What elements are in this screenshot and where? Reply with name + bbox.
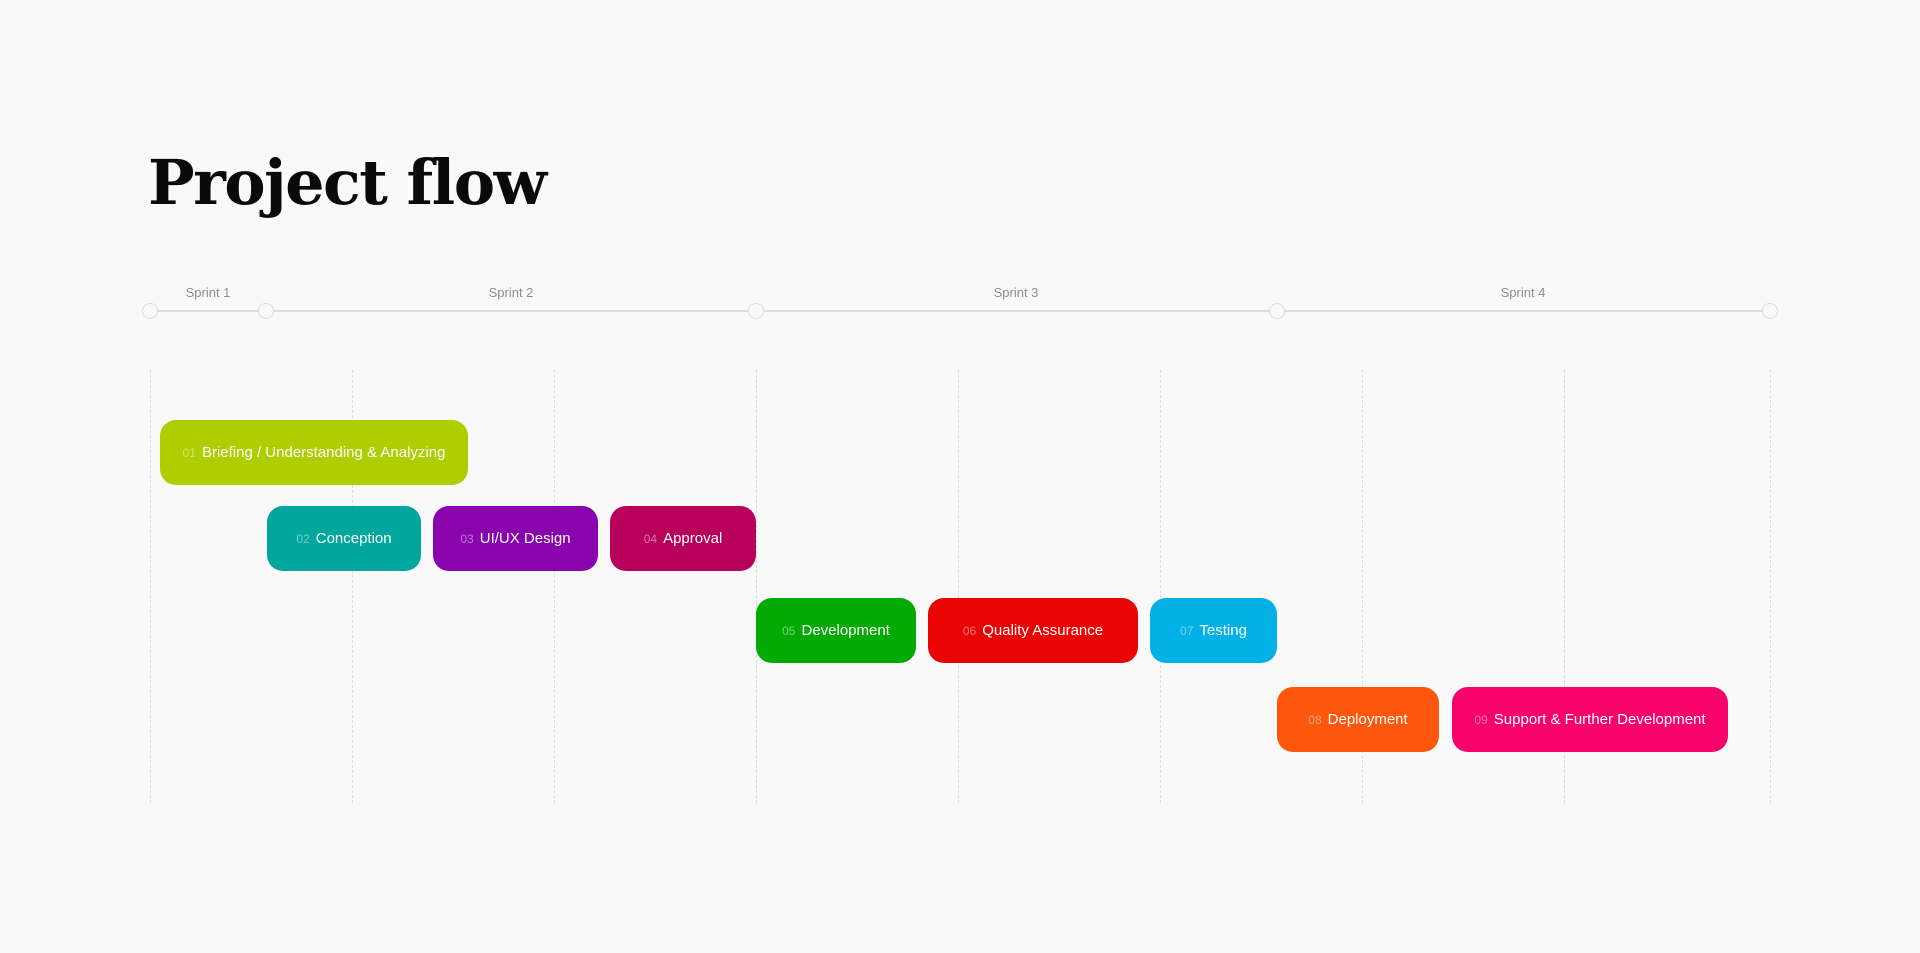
- timeline-node: [1269, 303, 1285, 319]
- phase-number: 06: [962, 623, 977, 638]
- grid-line: [756, 370, 757, 803]
- phase-bar-support[interactable]: 09 Support & Further Development: [1452, 687, 1728, 752]
- grid-line: [1770, 370, 1771, 803]
- grid-line: [554, 370, 555, 803]
- sprint-label-4: Sprint 4: [1500, 285, 1546, 300]
- timeline-node: [258, 303, 274, 319]
- timeline-node: [142, 303, 158, 319]
- phase-label: Development: [801, 622, 890, 639]
- phase-label: Quality Assurance: [982, 622, 1104, 639]
- phase-number: 05: [782, 623, 796, 638]
- sprint-label-2: Sprint 2: [488, 285, 534, 300]
- phase-label: Testing: [1199, 622, 1247, 639]
- phase-number: 07: [1180, 623, 1194, 638]
- sprint-label-3: Sprint 3: [993, 285, 1039, 300]
- phase-number: 01: [182, 445, 196, 460]
- phase-label: Briefing / Understanding & Analyzing: [201, 444, 446, 461]
- phase-number: 09: [1474, 712, 1488, 727]
- phase-label: UI/UX Design: [479, 530, 571, 547]
- phase-number: 03: [460, 531, 474, 546]
- phase-label: Support & Further Development: [1493, 711, 1706, 728]
- timeline-node: [1762, 303, 1778, 319]
- timeline-node: [748, 303, 764, 319]
- phase-number: 04: [643, 531, 658, 546]
- phase-bar-quality-assurance[interactable]: 06 Quality Assurance: [928, 598, 1138, 663]
- grid-line: [150, 370, 151, 803]
- phase-bar-briefing[interactable]: 01 Briefing / Understanding & Analyzing: [160, 420, 468, 485]
- sprint-label-1: Sprint 1: [185, 285, 231, 300]
- timeline-axis-line: [150, 310, 1770, 312]
- phase-number: 08: [1308, 712, 1322, 727]
- grid-line: [1160, 370, 1161, 803]
- phase-label: Conception: [315, 530, 392, 547]
- phase-bar-deployment[interactable]: 08 Deployment: [1277, 687, 1439, 752]
- project-timeline: Sprint 1 Sprint 2 Sprint 3 Sprint 4 01 B…: [0, 0, 1920, 953]
- phase-bar-development[interactable]: 05 Development: [756, 598, 916, 663]
- phase-bar-testing[interactable]: 07 Testing: [1150, 598, 1277, 663]
- phase-bar-approval[interactable]: 04 Approval: [610, 506, 756, 571]
- phase-bar-ui-ux-design[interactable]: 03 UI/UX Design: [433, 506, 598, 571]
- grid-line: [958, 370, 959, 803]
- phase-label: Approval: [663, 530, 723, 547]
- phase-bar-conception[interactable]: 02 Conception: [267, 506, 421, 571]
- phase-label: Deployment: [1327, 711, 1408, 728]
- phase-number: 02: [296, 531, 310, 546]
